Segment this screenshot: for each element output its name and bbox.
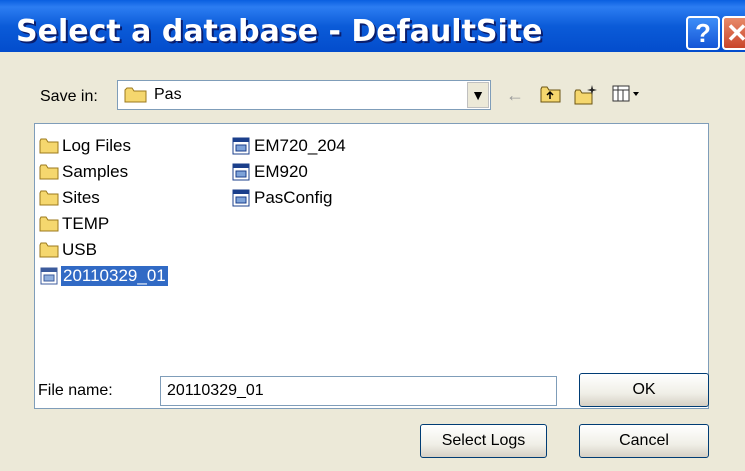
list-item[interactable]: USB [39,238,98,262]
cancel-button[interactable]: Cancel [579,424,709,458]
select-logs-button[interactable]: Select Logs [420,424,547,458]
list-item-selected[interactable]: 20110329_01 [39,264,168,288]
database-file-icon [39,267,59,285]
folder-icon [39,163,59,181]
back-arrow-icon[interactable]: ← [504,84,526,106]
save-in-dropdown[interactable]: Pas ▼ [117,80,491,110]
list-item[interactable]: PasConfig [231,186,333,210]
help-button[interactable]: ? [686,16,720,50]
list-item-label: 20110329_01 [61,266,168,286]
save-in-label: Save in: [40,88,98,105]
database-file-icon [231,189,251,207]
close-button[interactable]: ✕ [722,16,745,50]
folder-icon [39,215,59,233]
ok-button[interactable]: OK [579,373,709,407]
list-item[interactable]: Samples [39,160,129,184]
list-item[interactable]: EM920 [231,160,309,184]
list-item-label: EM920 [254,162,308,181]
folder-icon [39,241,59,259]
file-name-label: File name: [38,382,113,399]
list-item-label: USB [62,240,97,259]
folder-icon [39,137,59,155]
database-file-icon [231,163,251,181]
list-item-label: PasConfig [254,188,333,207]
list-item[interactable]: Log Files [39,134,132,158]
file-name-input[interactable] [160,376,557,406]
up-folder-icon[interactable] [540,84,562,106]
view-menu-icon[interactable] [612,84,642,106]
list-item-label: Log Files [62,136,131,155]
list-item-label: TEMP [62,214,110,233]
list-item[interactable]: Sites [39,186,101,210]
dialog-body: Save in: Pas ▼ ← Log Files Samples Sites [0,52,745,471]
save-in-value: Pas [154,86,182,103]
chevron-down-icon[interactable]: ▼ [467,82,489,108]
list-item[interactable]: TEMP [39,212,110,236]
list-item-label: Samples [62,162,129,181]
list-item[interactable]: EM720_204 [231,134,347,158]
list-item-label: EM720_204 [254,136,346,155]
folder-icon [39,189,59,207]
file-list[interactable]: Log Files Samples Sites TEMP USB 2011032… [34,123,709,409]
folder-icon [124,86,148,109]
database-file-icon [231,137,251,155]
window-title: Select a database - DefaultSite [16,14,543,49]
list-item-label: Sites [62,188,100,207]
new-folder-icon[interactable] [574,84,597,106]
